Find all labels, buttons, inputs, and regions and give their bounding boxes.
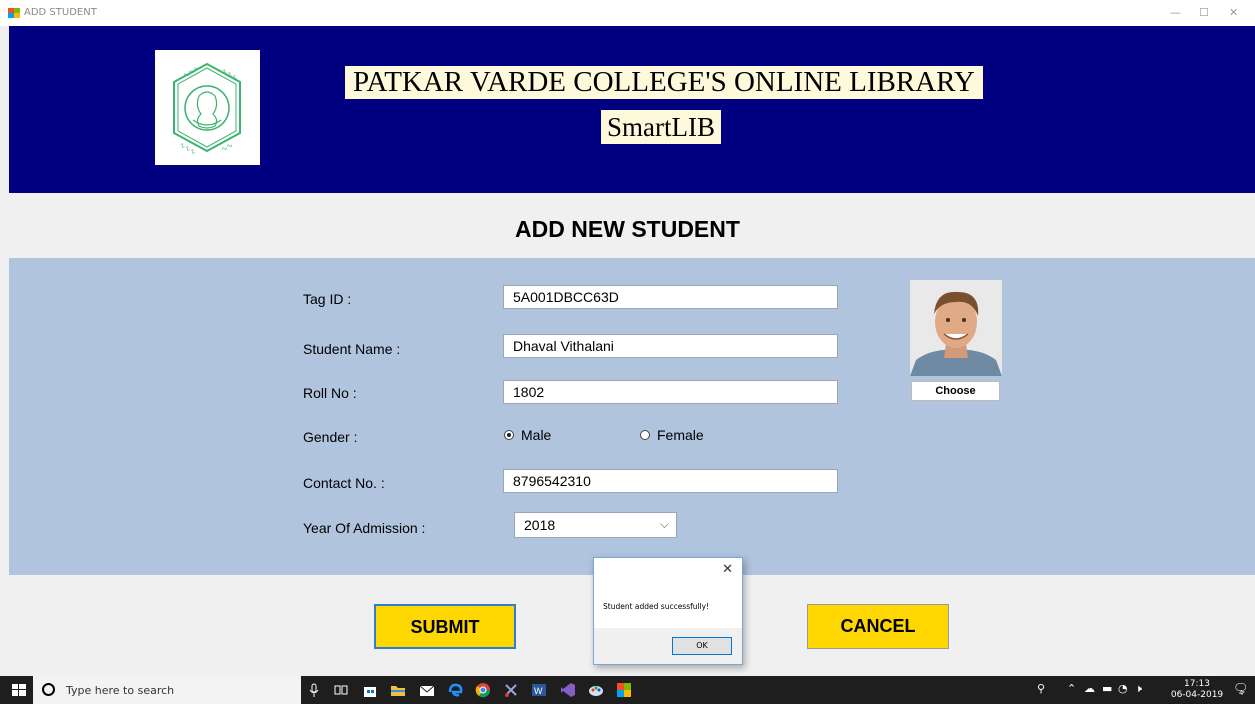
chevron-up-icon[interactable]: ⌃ [1067,682,1076,695]
clock-time: 17:13 [1184,679,1210,689]
gender-male-label: Male [521,427,552,443]
onedrive-icon[interactable]: ☁ [1084,682,1095,695]
file-explorer-icon[interactable] [390,682,406,698]
year-of-admission-select[interactable]: 2018 ⌵ [514,512,677,538]
year-of-admission-value: 2018 [524,517,556,533]
minimize-button[interactable]: — [1170,6,1181,19]
window-title: ADD STUDENT [24,7,97,18]
tag-id-label: Tag ID : [303,291,352,307]
success-dialog: ✕ Student added successfully! OK [593,557,743,665]
cancel-button[interactable]: CANCEL [807,604,949,649]
chrome-icon[interactable] [475,682,491,698]
college-title: PATKAR VARDE COLLEGE'S ONLINE LIBRARY [345,66,983,99]
page-title: ADD NEW STUDENT [515,216,740,242]
gender-label: Gender : [303,429,358,445]
submit-button[interactable]: SUBMIT [374,604,516,649]
battery-icon[interactable]: ▬ [1102,682,1112,695]
cortana-icon [42,683,55,696]
radio-checked-icon [504,430,514,440]
radio-unchecked-icon [640,430,650,440]
mail-icon[interactable] [419,682,435,698]
year-of-admission-label: Year Of Admission : [303,520,426,536]
gender-female-label: Female [657,427,704,443]
edge-icon[interactable] [447,682,463,698]
dialog-ok-button[interactable]: OK [672,637,732,655]
maximize-button[interactable]: ☐ [1199,6,1209,19]
roll-no-label: Roll No : [303,385,357,401]
saraswati-emblem-icon: ∿∿∿ ∿∿∿ ∿∿∿ ∿∿ [173,62,241,157]
tag-id-input[interactable]: 5A001DBCC63D [503,285,838,309]
app-name: SmartLIB [601,110,721,144]
choose-photo-button[interactable]: Choose [911,381,1000,401]
dialog-close-button[interactable]: ✕ [722,562,733,577]
microphone-icon[interactable] [306,682,322,698]
contact-no-label: Contact No. : [303,475,385,491]
header-banner: ∿∿∿ ∿∿∿ ∿∿∿ ∿∿ PATKAR VARDE COLLEGE'S ON… [9,26,1255,193]
volume-icon[interactable]: 🕨 [1135,682,1142,696]
close-button[interactable]: ✕ [1229,6,1238,19]
dialog-message: Student added successfully! [603,602,710,611]
word-icon[interactable]: W [531,682,547,698]
college-logo: ∿∿∿ ∿∿∿ ∿∿∿ ∿∿ [155,50,260,165]
paint-icon[interactable] [588,682,604,698]
svg-text:W: W [534,686,543,696]
app-icon [8,8,20,18]
store-icon[interactable] [362,682,378,698]
clock-date: 06-04-2019 [1170,690,1224,700]
taskbar-search-box[interactable]: Type here to search [33,676,301,704]
people-icon[interactable]: ⚲ [1037,682,1045,695]
gender-male-radio[interactable]: Male [504,427,551,443]
window-titlebar: ADD STUDENT — ☐ ✕ [0,0,1255,26]
taskbar-clock[interactable]: 17:13 06-04-2019 [1168,679,1226,701]
snipping-tool-icon[interactable] [503,682,519,698]
search-placeholder: Type here to search [66,684,175,697]
student-name-label: Student Name : [303,341,401,357]
app-taskbar-icon[interactable] [616,682,632,698]
wifi-icon[interactable]: ◔ [1118,682,1128,695]
contact-no-input[interactable]: 8796542310 [503,469,838,493]
task-view-icon[interactable] [333,682,349,698]
dialog-footer: OK [594,628,742,664]
roll-no-input[interactable]: 1802 [503,380,838,404]
svg-text:∿∿∿: ∿∿∿ [183,65,202,80]
student-photo [910,280,1002,376]
student-name-input[interactable]: Dhaval Vithalani [503,334,838,358]
windows-taskbar: Type here to search W ⚲ ⌃ ☁ ▬ ◔ 🕨 17:13 … [0,676,1255,704]
gender-female-radio[interactable]: Female [640,427,704,443]
notification-count: 4 [1239,689,1244,697]
visual-studio-icon[interactable] [560,682,576,698]
windows-start-icon[interactable] [12,684,26,696]
chevron-down-icon: ⌵ [659,517,669,531]
